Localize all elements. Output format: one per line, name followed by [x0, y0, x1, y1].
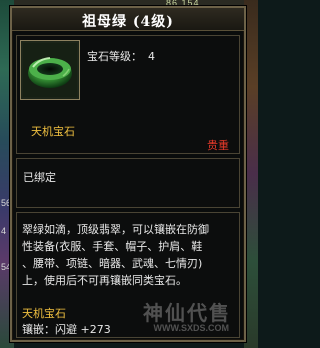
watermark-text: 神仙代售 — [143, 301, 231, 325]
description-line: 性装备(衣服、手套、帽子、护肩、鞋 — [22, 240, 203, 253]
description-line: 、腰带、项链、暗器、武魂、七情刃) — [22, 257, 203, 270]
item-description: 翠绿如滴，顶级翡翠，可以镶嵌在防御 性装备(衣服、手套、帽子、护肩、鞋 、腰带、… — [22, 221, 238, 289]
gem-level-value: 4 — [148, 50, 155, 63]
gem-level-label: 宝石等级： — [87, 50, 142, 63]
binding-panel: 已绑定 — [16, 158, 240, 208]
inlay-stat: 镶嵌：闪避 +273 — [22, 323, 111, 336]
watermark-url: WWW.SXDS.COM — [153, 323, 230, 333]
gem-category: 天机宝石 — [31, 125, 75, 138]
bound-status: 已绑定 — [23, 171, 56, 184]
item-title: 祖母绿 (4级) — [82, 14, 174, 30]
description-line: 翠绿如滴，顶级翡翠，可以镶嵌在防御 — [22, 223, 209, 236]
tooltip-title-bar: 祖母绿 (4级) — [12, 8, 244, 31]
description-panel: 翠绿如滴，顶级翡翠，可以镶嵌在防御 性装备(衣服、手套、帽子、护肩、鞋 、腰带、… — [16, 212, 240, 338]
item-icon-slot[interactable] — [20, 40, 80, 100]
gem-level: 宝石等级： 4 — [87, 48, 155, 64]
description-line: 上，使用后不可再镶嵌同类宝石。 — [22, 274, 187, 287]
item-summary-panel: 宝石等级： 4 天机宝石 贵重 — [16, 35, 240, 154]
jade-ring-icon — [23, 43, 77, 97]
rarity-label: 贵重 — [207, 139, 229, 152]
site-watermark: 神仙代售 WWW.SXDS.COM — [123, 297, 233, 335]
gem-set-name: 天机宝石 — [22, 307, 66, 320]
side-number: 4 — [1, 226, 7, 236]
item-tooltip: 祖母绿 (4级) 宝石等级： 4 天机宝石 贵重 已绑定 翠绿如滴，顶级翡翠，可… — [10, 6, 246, 342]
game-background-right — [244, 0, 258, 348]
